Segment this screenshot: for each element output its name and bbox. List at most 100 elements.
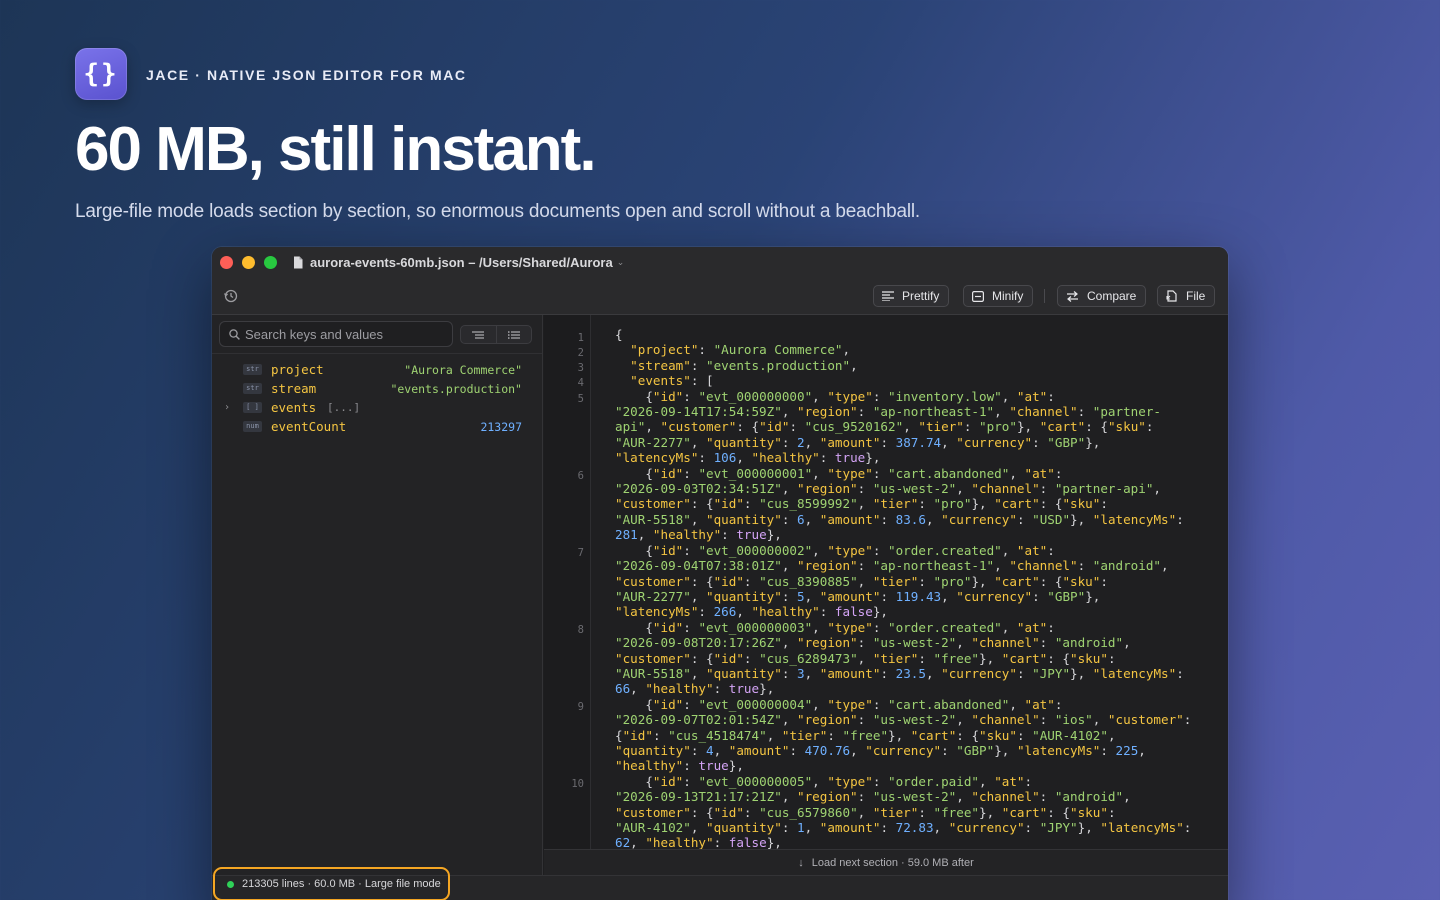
prettify-label: Prettify — [902, 289, 940, 303]
compare-arrows-icon — [1067, 290, 1078, 302]
tree-key: eventCount — [271, 419, 347, 434]
tree-row-events[interactable]: › [ ] events [...] — [212, 398, 542, 417]
code-line: "quantity": 4, "amount": 470.76, "curren… — [615, 742, 1146, 758]
code-line: "customer": {"id": "cus_8599992", "tier"… — [615, 496, 1108, 512]
close-window-button[interactable] — [220, 255, 233, 269]
hero-subtitle: Large-file mode loads section by section… — [75, 201, 921, 222]
code-line: "AUR-5518", "quantity": 3, "amount": 23.… — [615, 665, 1184, 681]
code-line: 66, "healthy": true}, — [615, 681, 775, 697]
app-logo: {} — [75, 48, 127, 100]
line-number: 1 — [577, 332, 584, 344]
file-button[interactable]: File — [1157, 285, 1216, 307]
code-line: {"id": "cus_4518474", "tier": "free"}, "… — [615, 727, 1116, 743]
minify-icon — [972, 290, 984, 302]
outline-view-button[interactable] — [461, 326, 497, 343]
tree-value: "Aurora Commerce" — [404, 362, 522, 377]
view-mode-toggle — [460, 325, 532, 344]
status-text: 213305 lines · 60.0 MB · Large file mode — [242, 878, 441, 890]
tree-value: "events.production" — [390, 381, 522, 396]
arrow-down-icon: ↓ — [798, 856, 804, 869]
load-next-section-button[interactable]: ↓ Load next section · 59.0 MB after — [544, 849, 1228, 875]
search-field[interactable] — [219, 321, 453, 347]
code-line: "2026-09-08T20:17:26Z", "region": "us-we… — [615, 635, 1131, 651]
minify-button[interactable]: Minify — [963, 285, 1034, 307]
code-line: "AUR-2277", "quantity": 5, "amount": 119… — [615, 588, 1101, 604]
code-editor[interactable]: 1 2 3 4 5 6 7 8 9 10 { "project": "Auror… — [544, 315, 1228, 849]
tree-key: stream — [271, 381, 317, 396]
tree-value: 213297 — [480, 419, 522, 434]
code-line: "2026-09-03T02:34:51Z", "region": "us-we… — [615, 481, 1161, 497]
code-line: {"id": "evt_000000005", "type": "order.p… — [615, 773, 1033, 789]
zoom-window-button[interactable] — [264, 255, 277, 269]
code-line: "AUR-5518", "quantity": 6, "amount": 83.… — [615, 511, 1184, 527]
tree-key: project — [271, 362, 324, 377]
code-line: "latencyMs": 266, "healthy": false}, — [615, 604, 889, 620]
file-label: File — [1186, 289, 1206, 303]
app-window: aurora-events-60mb.json – /Users/Shared/… — [212, 247, 1228, 900]
line-number: 4 — [577, 377, 584, 389]
code-line: {"id": "evt_000000003", "type": "order.c… — [615, 619, 1055, 635]
json-code: { "project": "Aurora Commerce", "stream"… — [615, 327, 1215, 849]
line-number: 5 — [577, 393, 584, 405]
json-tree: str project "Aurora Commerce" str stream… — [212, 360, 542, 436]
code-line: "2026-09-13T21:17:21Z", "region": "us-we… — [615, 789, 1131, 805]
tree-key: events — [271, 400, 317, 415]
number-type-badge: num — [243, 421, 262, 432]
code-line: 281, "healthy": true}, — [615, 527, 782, 543]
search-icon — [229, 328, 240, 340]
history-icon[interactable] — [223, 288, 239, 304]
load-next-label: Load next section · 59.0 MB after — [811, 856, 974, 869]
code-line: 62, "healthy": false}, — [615, 835, 782, 849]
code-line: { — [615, 327, 623, 342]
minimize-window-button[interactable] — [242, 255, 255, 269]
code-line: "customer": {"id": "cus_6289473", "tier"… — [615, 650, 1116, 666]
bullet-list-icon — [507, 330, 520, 339]
code-line: "healthy": true}, — [615, 758, 744, 774]
tree-value: [...] — [327, 401, 361, 414]
disclosure-chevron-icon[interactable]: › — [224, 402, 230, 413]
status-indicator: 213305 lines · 60.0 MB · Large file mode — [213, 867, 450, 900]
prettify-button[interactable]: Prettify — [873, 285, 950, 307]
compare-button[interactable]: Compare — [1057, 285, 1147, 307]
toolbar: Prettify Minify Compare File — [212, 277, 1228, 315]
tree-row-stream[interactable]: str stream "events.production" — [212, 379, 542, 398]
tree-row-eventcount[interactable]: num eventCount 213297 — [212, 417, 542, 436]
code-line: "AUR-2277", "quantity": 2, "amount": 387… — [615, 434, 1101, 450]
code-line: "2026-09-04T07:38:01Z", "region": "ap-no… — [615, 558, 1169, 574]
file-share-icon — [1166, 290, 1177, 302]
code-line: "2026-09-07T02:01:54Z", "region": "us-we… — [615, 712, 1192, 728]
line-number-gutter: 1 2 3 4 5 6 7 8 9 10 — [544, 315, 591, 849]
tree-row-project[interactable]: str project "Aurora Commerce" — [212, 360, 542, 379]
code-line: "customer": {"id": "cus_8390885", "tier"… — [615, 573, 1108, 589]
document-icon — [294, 256, 303, 268]
traffic-lights — [220, 255, 277, 269]
toolbar-divider — [1044, 289, 1045, 303]
line-number: 2 — [577, 347, 584, 359]
code-line: "AUR-4102", "quantity": 1, "amount": 72.… — [615, 820, 1192, 835]
line-number: 9 — [577, 701, 584, 713]
array-type-badge: [ ] — [243, 402, 262, 413]
line-number: 10 — [571, 778, 584, 790]
code-line: {"id": "evt_000000001", "type": "cart.ab… — [615, 465, 1063, 481]
code-line: "2026-09-14T17:54:59Z", "region": "ap-no… — [615, 404, 1161, 420]
code-line: "events": [ — [630, 373, 714, 389]
line-number: 3 — [577, 362, 584, 374]
title-bar: aurora-events-60mb.json – /Users/Shared/… — [212, 247, 1228, 277]
string-type-badge: str — [243, 364, 262, 375]
chevron-down-icon[interactable]: ⌄ — [617, 257, 625, 268]
window-title[interactable]: aurora-events-60mb.json – /Users/Shared/… — [310, 255, 613, 270]
line-number: 7 — [577, 547, 584, 559]
line-number: 6 — [577, 470, 584, 482]
compare-label: Compare — [1087, 289, 1137, 303]
hero-title: 60 MB, still instant. — [75, 115, 597, 184]
hero-eyebrow: JACE · NATIVE JSON EDITOR FOR MAC — [146, 67, 467, 83]
list-view-button[interactable] — [497, 326, 532, 343]
code-line: "latencyMs": 106, "healthy": true}, — [615, 450, 881, 466]
minify-label: Minify — [992, 289, 1024, 303]
line-number: 8 — [577, 624, 584, 636]
status-dot — [227, 880, 234, 888]
search-input[interactable] — [245, 326, 435, 342]
code-line: "customer": {"id": "cus_6579860", "tier"… — [615, 804, 1116, 820]
sidebar-divider — [212, 353, 542, 354]
string-type-badge: str — [243, 383, 262, 394]
